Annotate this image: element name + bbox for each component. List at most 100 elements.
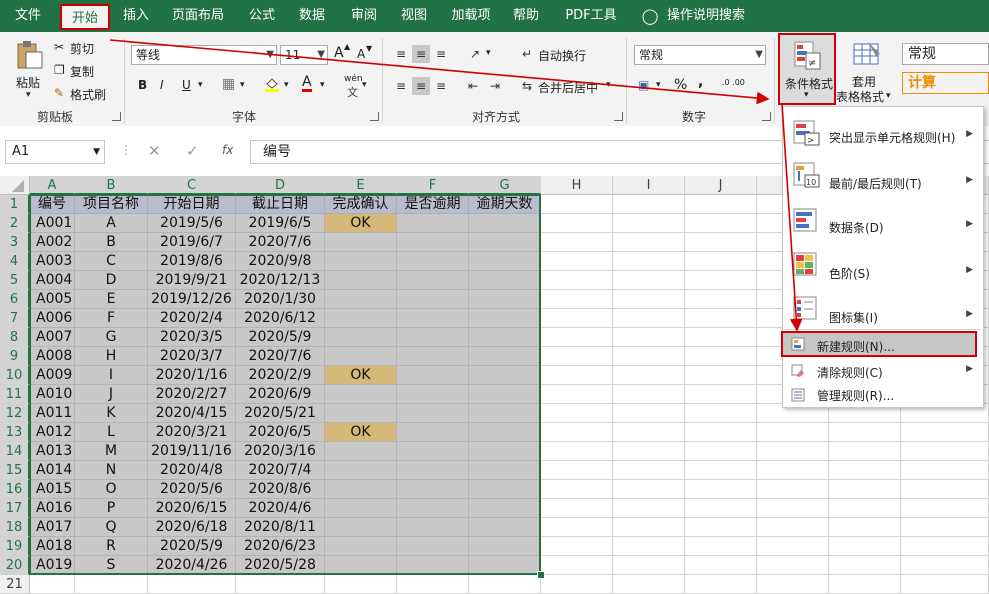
table-cell[interactable] <box>613 575 685 594</box>
phonetic-button[interactable]: wén <box>344 74 363 84</box>
table-cell[interactable] <box>469 461 541 480</box>
table-cell[interactable]: OK <box>325 366 397 385</box>
table-cell[interactable] <box>236 575 325 594</box>
clipboard-launcher-icon[interactable] <box>112 112 121 121</box>
table-cell[interactable]: A017 <box>30 518 75 537</box>
table-cell[interactable] <box>613 556 685 575</box>
table-cell[interactable]: A004 <box>30 271 75 290</box>
paste-button[interactable]: 粘贴 <box>16 74 40 91</box>
header-cell[interactable]: 完成确认 <box>325 195 397 214</box>
tab-insert[interactable]: 插入 <box>116 0 156 32</box>
table-cell[interactable] <box>685 366 757 385</box>
conditional-formatting-button[interactable]: ≠ 条件格式 ▾ <box>778 33 836 105</box>
tab-home[interactable]: 开始 <box>60 4 110 30</box>
table-cell[interactable] <box>397 499 469 518</box>
table-cell[interactable] <box>541 442 613 461</box>
table-cell[interactable]: E <box>75 290 148 309</box>
phonetic-dropdown-icon[interactable]: ▾ <box>362 80 367 90</box>
increase-indent-icon[interactable]: ⇥ <box>486 77 504 95</box>
number-launcher-icon[interactable] <box>762 112 771 121</box>
table-cell[interactable] <box>325 480 397 499</box>
table-cell[interactable] <box>613 309 685 328</box>
cell-style-normal[interactable]: 常规 <box>902 43 989 65</box>
table-cell[interactable] <box>685 556 757 575</box>
table-cell[interactable] <box>685 309 757 328</box>
table-cell[interactable]: S <box>75 556 148 575</box>
table-cell[interactable]: 2020/3/7 <box>148 347 236 366</box>
table-cell[interactable]: 2020/6/12 <box>236 309 325 328</box>
fill-color-dropdown-icon[interactable]: ▾ <box>284 80 289 90</box>
table-cell[interactable]: A003 <box>30 252 75 271</box>
table-cell[interactable] <box>829 480 901 499</box>
table-cell[interactable] <box>325 252 397 271</box>
table-cell[interactable] <box>325 385 397 404</box>
table-cell[interactable]: 2020/7/6 <box>236 347 325 366</box>
row-header[interactable]: 11 <box>0 385 30 404</box>
table-cell[interactable] <box>901 575 989 594</box>
tell-me-search[interactable]: 操作说明搜索 <box>666 0 746 32</box>
row-header[interactable]: 5 <box>0 271 30 290</box>
table-cell[interactable] <box>685 347 757 366</box>
table-cell[interactable] <box>685 233 757 252</box>
table-cell[interactable] <box>469 366 541 385</box>
table-cell[interactable]: A008 <box>30 347 75 366</box>
table-cell[interactable] <box>397 328 469 347</box>
table-cell[interactable]: 2020/12/13 <box>236 271 325 290</box>
menu-item-new-rule[interactable]: 新建规则(N)... <box>781 331 977 357</box>
table-cell[interactable] <box>829 537 901 556</box>
shrink-font-button[interactable]: A <box>357 47 365 61</box>
table-cell[interactable]: OK <box>325 423 397 442</box>
table-cell[interactable] <box>541 290 613 309</box>
cut-button[interactable]: 剪切 <box>70 40 94 57</box>
table-cell[interactable]: D <box>75 271 148 290</box>
table-cell[interactable]: OK <box>325 214 397 233</box>
table-cell[interactable] <box>397 252 469 271</box>
format-painter-button[interactable]: 格式刷 <box>70 86 106 103</box>
table-cell[interactable] <box>613 271 685 290</box>
table-cell[interactable]: 2020/3/21 <box>148 423 236 442</box>
table-cell[interactable] <box>469 252 541 271</box>
column-header-j[interactable]: J <box>685 176 757 195</box>
table-cell[interactable] <box>469 309 541 328</box>
table-cell[interactable]: Q <box>75 518 148 537</box>
table-cell[interactable] <box>541 366 613 385</box>
table-cell[interactable]: I <box>75 366 148 385</box>
table-cell[interactable] <box>541 404 613 423</box>
table-cell[interactable] <box>757 442 829 461</box>
format-as-table-icon[interactable] <box>852 40 882 70</box>
font-color-dropdown-icon[interactable]: ▾ <box>320 80 325 90</box>
row-header[interactable]: 14 <box>0 442 30 461</box>
tab-review[interactable]: 审阅 <box>344 0 384 32</box>
table-cell[interactable] <box>397 423 469 442</box>
align-top-icon[interactable]: ≡ <box>392 45 410 63</box>
chevron-down-icon[interactable]: ▼ <box>93 141 100 163</box>
table-cell[interactable] <box>757 480 829 499</box>
table-cell[interactable]: A <box>75 214 148 233</box>
menu-item-clear-rules[interactable]: 清除规则(C) ▶ <box>783 359 981 383</box>
table-cell[interactable] <box>397 366 469 385</box>
table-cell[interactable]: 2020/2/27 <box>148 385 236 404</box>
copy-button[interactable]: 复制 <box>70 63 94 80</box>
align-left-icon[interactable]: ≡ <box>392 77 410 95</box>
table-cell[interactable]: 2020/8/11 <box>236 518 325 537</box>
table-cell[interactable]: 2020/6/9 <box>236 385 325 404</box>
table-cell[interactable] <box>685 385 757 404</box>
table-cell[interactable] <box>469 404 541 423</box>
table-cell[interactable] <box>397 537 469 556</box>
number-format-combo[interactable]: 常规 ▼ <box>634 45 766 65</box>
table-cell[interactable] <box>469 423 541 442</box>
table-cell[interactable]: A007 <box>30 328 75 347</box>
menu-item-highlight-rules[interactable]: > 突出显示单元格规则(H) ▶ <box>783 113 981 155</box>
merge-dropdown-icon[interactable]: ▾ <box>606 80 611 90</box>
table-cell[interactable] <box>469 385 541 404</box>
row-header[interactable]: 19 <box>0 537 30 556</box>
font-launcher-icon[interactable] <box>370 112 379 121</box>
table-cell[interactable] <box>613 442 685 461</box>
tab-formulas[interactable]: 公式 <box>242 0 282 32</box>
table-cell[interactable]: L <box>75 423 148 442</box>
table-cell[interactable] <box>613 385 685 404</box>
table-cell[interactable] <box>541 252 613 271</box>
table-cell[interactable] <box>685 214 757 233</box>
tab-view[interactable]: 视图 <box>394 0 434 32</box>
table-cell[interactable] <box>469 347 541 366</box>
